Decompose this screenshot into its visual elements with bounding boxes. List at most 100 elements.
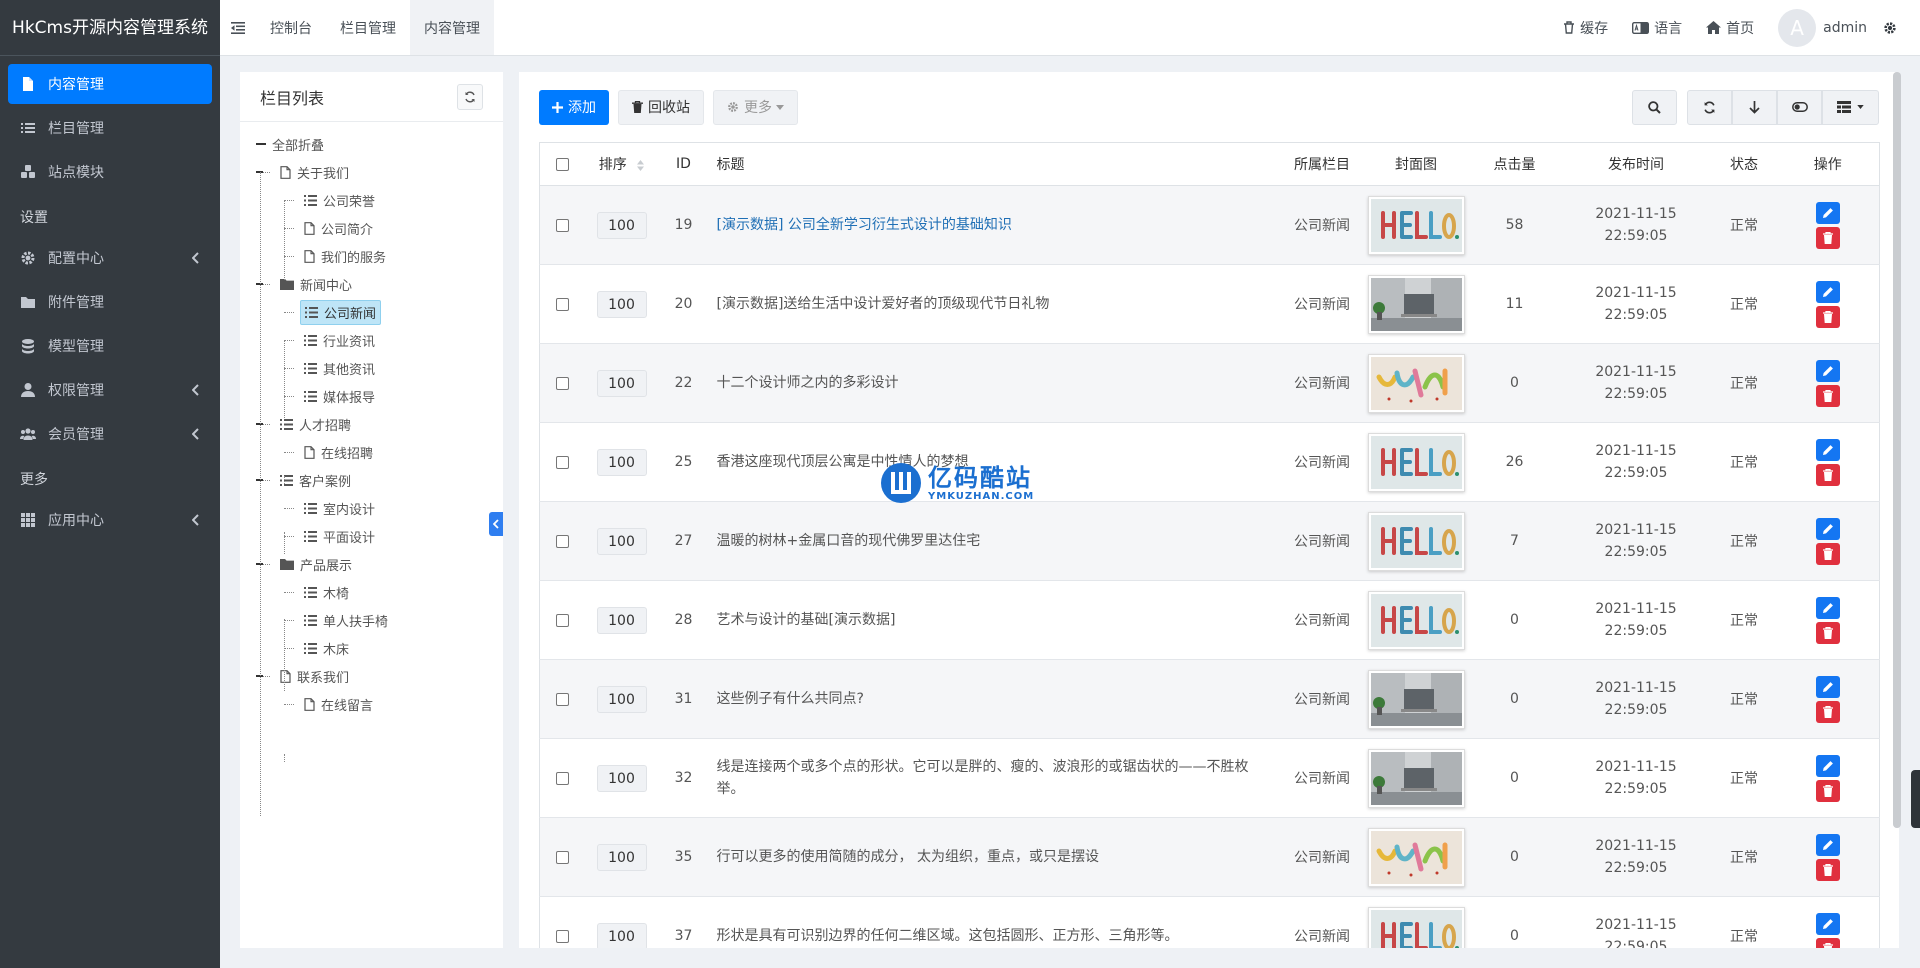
sort-input[interactable]: 100: [596, 922, 647, 948]
tree-node[interactable]: 产品展示: [240, 550, 503, 578]
edit-button[interactable]: [1815, 201, 1840, 224]
sort-input[interactable]: 100: [596, 448, 647, 476]
tree-node[interactable]: 联系我们: [240, 662, 503, 690]
add-button[interactable]: 添加: [539, 89, 609, 125]
delete-button[interactable]: [1815, 779, 1840, 802]
row-select-cell[interactable]: [539, 343, 585, 423]
row-checkbox[interactable]: [555, 455, 569, 469]
delete-button[interactable]: [1815, 858, 1840, 881]
tree-node[interactable]: 客户案例: [240, 466, 503, 494]
cache-button[interactable]: 缓存: [1563, 18, 1608, 38]
edit-button[interactable]: [1815, 517, 1840, 540]
tree-node[interactable]: 公司新闻: [240, 298, 503, 326]
sidebar-item-attachments[interactable]: 附件管理: [8, 282, 212, 322]
sidebar-item-apps[interactable]: 应用中心: [8, 500, 212, 540]
sidebar-item-modules[interactable]: 站点模块: [8, 152, 212, 192]
tree-refresh-button[interactable]: [457, 83, 483, 110]
table-row[interactable]: 100 32 线是连接两个或多个点的形状。它可以是胖的、瘦的、波浪形的或锯齿状的——…: [539, 738, 1880, 818]
cover-thumbnail[interactable]: [1367, 669, 1465, 729]
row-checkbox[interactable]: [555, 771, 569, 785]
cover-thumbnail[interactable]: [1367, 195, 1465, 255]
row-checkbox[interactable]: [555, 929, 569, 943]
tree-node[interactable]: 平面设计: [240, 522, 503, 550]
edit-button[interactable]: [1815, 833, 1840, 856]
tree-node[interactable]: 在线留言: [240, 690, 503, 718]
row-checkbox[interactable]: [555, 218, 569, 232]
sidebar-toggle-button[interactable]: [220, 0, 256, 55]
row-checkbox[interactable]: [555, 376, 569, 390]
cover-thumbnail[interactable]: [1367, 827, 1465, 887]
toggle-view-button[interactable]: [1777, 89, 1822, 125]
sort-input[interactable]: 100: [596, 527, 647, 555]
edit-button[interactable]: [1815, 912, 1840, 935]
tree-node[interactable]: 我们的服务: [240, 242, 503, 270]
tree-node[interactable]: 人才招聘: [240, 410, 503, 438]
delete-button[interactable]: [1815, 226, 1840, 249]
recycle-bin-button[interactable]: 回收站: [618, 89, 704, 125]
sidebar-item-members[interactable]: 会员管理: [8, 414, 212, 454]
more-dropdown-button[interactable]: 更多: [713, 89, 798, 125]
sidebar-item-content[interactable]: 内容管理: [8, 64, 212, 104]
delete-button[interactable]: [1815, 621, 1840, 644]
row-select-cell[interactable]: [539, 264, 585, 344]
tree-node[interactable]: 在线招聘: [240, 438, 503, 466]
delete-button[interactable]: [1815, 542, 1840, 565]
tree-node[interactable]: 新闻中心: [240, 270, 503, 298]
edit-button[interactable]: [1815, 754, 1840, 777]
edit-button[interactable]: [1815, 675, 1840, 698]
tree-node[interactable]: 行业资讯: [240, 326, 503, 354]
row-select-cell[interactable]: [539, 738, 585, 818]
delete-button[interactable]: [1815, 700, 1840, 723]
tree-node[interactable]: 室内设计: [240, 494, 503, 522]
edit-button[interactable]: [1815, 359, 1840, 382]
cover-thumbnail[interactable]: [1367, 511, 1465, 571]
table-row[interactable]: 100 31 这些例子有什么共同点? 公司新闻 0 2021-11-15 22:59:05 正…: [539, 659, 1880, 739]
edit-button[interactable]: [1815, 438, 1840, 461]
row-checkbox[interactable]: [555, 850, 569, 864]
settings-button[interactable]: [1883, 21, 1902, 35]
tree-node[interactable]: 其他资讯: [240, 354, 503, 382]
cover-thumbnail[interactable]: [1367, 748, 1465, 808]
cover-thumbnail[interactable]: [1367, 432, 1465, 492]
select-all-cell[interactable]: [539, 142, 585, 186]
row-select-cell[interactable]: [539, 580, 585, 660]
tree-collapse-button[interactable]: [489, 512, 503, 536]
refresh-button[interactable]: [1687, 89, 1732, 125]
cover-thumbnail[interactable]: [1367, 274, 1465, 334]
title-cell[interactable]: [演示数据] 公司全新学习衍生式设计的基础知识: [708, 185, 1281, 265]
row-select-cell[interactable]: [539, 896, 585, 948]
sort-input[interactable]: 100: [596, 211, 647, 239]
row-select-cell[interactable]: [539, 501, 585, 581]
row-select-cell[interactable]: [539, 817, 585, 897]
row-checkbox[interactable]: [555, 692, 569, 706]
tree-node[interactable]: 木椅: [240, 578, 503, 606]
columns-dropdown-button[interactable]: [1822, 89, 1879, 125]
sidebar-item-config[interactable]: 配置中心: [8, 238, 212, 278]
home-button[interactable]: 首页: [1706, 18, 1754, 38]
select-all-checkbox[interactable]: [555, 157, 569, 171]
delete-button[interactable]: [1815, 384, 1840, 407]
sort-input[interactable]: 100: [596, 764, 647, 792]
export-button[interactable]: [1732, 89, 1777, 125]
row-select-cell[interactable]: [539, 659, 585, 739]
table-row[interactable]: 100 20 [演示数据]送给生活中设计爱好者的顶级现代节日礼物 公司新闻 11 2021…: [539, 264, 1880, 344]
scrollbar-thumb[interactable]: [1893, 72, 1901, 828]
delete-button[interactable]: [1815, 305, 1840, 328]
table-row[interactable]: 100 22 十二个设计师之内的多彩设计 公司新闻 0 2021-11-15 22:59:0…: [539, 343, 1880, 423]
edit-button[interactable]: [1815, 280, 1840, 303]
tree-root[interactable]: 全部折叠: [240, 130, 503, 158]
sidebar-item-permissions[interactable]: 权限管理: [8, 370, 212, 410]
sort-input[interactable]: 100: [596, 369, 647, 397]
tab-content[interactable]: 内容管理: [410, 0, 494, 55]
cover-thumbnail[interactable]: [1367, 906, 1465, 948]
table-row[interactable]: 100 35 行可以更多的使用简随的成分， 太为组织，重点，或只是摆设 公司新闻 0 20…: [539, 817, 1880, 897]
sidebar-item-columns[interactable]: 栏目管理: [8, 108, 212, 148]
cover-thumbnail[interactable]: [1367, 590, 1465, 650]
tree-node[interactable]: 关于我们: [240, 158, 503, 186]
cover-thumbnail[interactable]: [1367, 353, 1465, 413]
sort-input[interactable]: 100: [596, 685, 647, 713]
side-drawer-handle[interactable]: [1911, 770, 1920, 828]
row-checkbox[interactable]: [555, 534, 569, 548]
sort-input[interactable]: 100: [596, 843, 647, 871]
table-row[interactable]: 100 37 形状是具有可识别边界的任何二维区域。这包括圆形、正方形、三角形等。 公司…: [539, 896, 1880, 948]
